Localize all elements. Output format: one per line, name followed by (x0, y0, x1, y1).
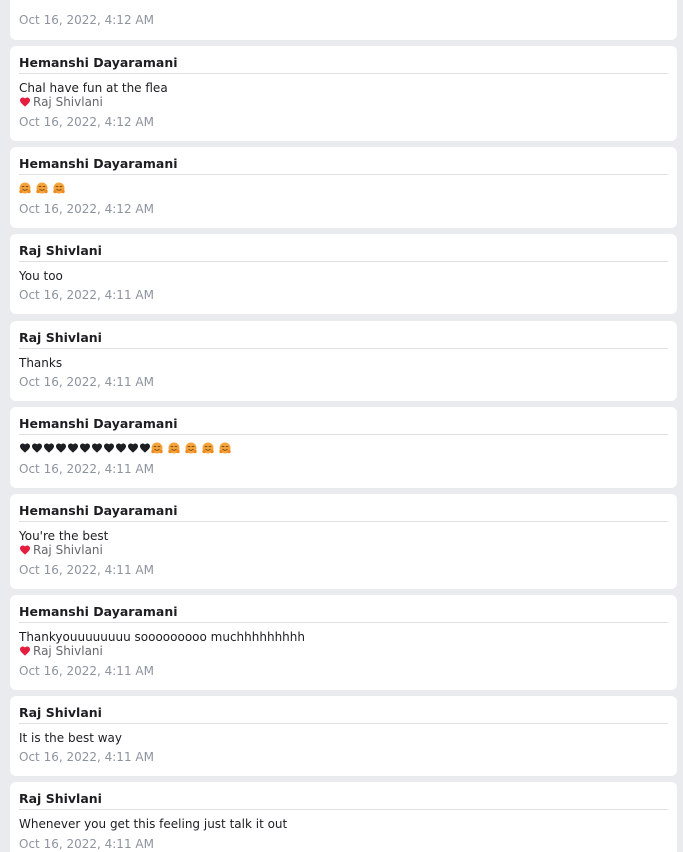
message-timestamp: Oct 16, 2022, 4:11 AM (19, 563, 154, 577)
black-heart-icon (80, 443, 90, 453)
hugging-face-icon (185, 442, 197, 454)
divider (19, 723, 668, 724)
message-sender: Hemanshi Dayaramani (19, 55, 178, 70)
message-timestamp: Oct 16, 2022, 4:12 AM (19, 13, 154, 27)
hugging-face-icon (219, 442, 231, 454)
reaction-user: Raj Shivlani (33, 543, 103, 557)
message-text: It is the best way (19, 731, 123, 745)
message-card: Hemanshi Dayaramani Oct 16, 2022, 4:11 A… (10, 407, 677, 488)
black-heart-icon (20, 443, 30, 453)
divider (19, 809, 668, 810)
divider (19, 434, 668, 435)
message-card: Hemanshi Dayaramani Oct 16, 2022, 4:12 A… (10, 147, 677, 228)
message-card: Raj Shivlani Thanks Oct 16, 2022, 4:11 A… (10, 321, 677, 401)
message-sender: Raj Shivlani (19, 243, 102, 258)
hugging-face-icon (168, 442, 180, 454)
black-heart-icon (44, 443, 54, 453)
message-text: Thanks (19, 356, 63, 370)
message-sender: Hemanshi Dayaramani (19, 156, 178, 171)
message-card: Raj Shivlani You too Oct 16, 2022, 4:11 … (10, 234, 677, 314)
message-sender: Hemanshi Dayaramani (19, 416, 178, 431)
message-timestamp: Oct 16, 2022, 4:11 AM (19, 664, 154, 678)
black-heart-icon (92, 443, 102, 453)
message-text: Whenever you get this feeling just talk … (19, 817, 288, 831)
message-reaction: Raj Shivlani (19, 644, 103, 659)
message-text: Thankyouuuuuuuu sooooooooo muchhhhhhhhh (19, 630, 306, 644)
divider (19, 348, 668, 349)
message-card: Hemanshi Dayaramani You're the best Raj … (10, 494, 677, 589)
message-timestamp: Oct 16, 2022, 4:12 AM (19, 202, 154, 216)
black-heart-icon (116, 443, 126, 453)
divider (19, 521, 668, 522)
divider (19, 622, 668, 623)
emoji-row (19, 182, 70, 196)
message-reaction: Raj Shivlani (19, 95, 103, 110)
black-heart-icon (104, 443, 114, 453)
message-card: Hemanshi Dayaramani Thankyouuuuuuuu sooo… (10, 595, 677, 690)
message-timestamp: Oct 16, 2022, 4:11 AM (19, 375, 154, 389)
message-timestamp: Oct 16, 2022, 4:12 AM (19, 115, 154, 129)
message-reaction: Raj Shivlani (19, 543, 103, 558)
message-timestamp: Oct 16, 2022, 4:11 AM (19, 750, 154, 764)
message-timestamp: Oct 16, 2022, 4:11 AM (19, 288, 154, 302)
message-timestamp: Oct 16, 2022, 4:11 AM (19, 462, 154, 476)
hugging-face-icon (19, 182, 31, 194)
message-card: Raj Shivlani It is the best way Oct 16, … (10, 696, 677, 776)
hugging-face-icon (53, 182, 65, 194)
message-text: Chal have fun at the flea (19, 81, 168, 95)
hugging-face-icon (151, 442, 163, 454)
emoji-row (19, 442, 236, 456)
message-card: Hemanshi Dayaramani Chal have fun at the… (10, 46, 677, 141)
heart-icon (20, 646, 30, 656)
message-text: You too (19, 269, 63, 283)
message-text: You're the best (19, 529, 109, 543)
message-card: Raj Shivlani Whenever you get this feeli… (10, 782, 677, 852)
message-sender: Raj Shivlani (19, 705, 102, 720)
message-sender: Raj Shivlani (19, 791, 102, 806)
message-sender: Hemanshi Dayaramani (19, 604, 178, 619)
hugging-face-icon (36, 182, 48, 194)
black-heart-icon (128, 443, 138, 453)
reaction-user: Raj Shivlani (33, 95, 103, 109)
hugging-face-icon (202, 442, 214, 454)
black-heart-icon (68, 443, 78, 453)
reaction-user: Raj Shivlani (33, 644, 103, 658)
black-heart-icon (56, 443, 66, 453)
message-timestamp: Oct 16, 2022, 4:11 AM (19, 837, 154, 851)
message-feed: Oct 16, 2022, 4:12 AM Hemanshi Dayaraman… (0, 0, 683, 852)
message-sender: Hemanshi Dayaramani (19, 503, 178, 518)
divider (19, 261, 668, 262)
heart-icon (20, 545, 30, 555)
heart-icon (20, 97, 30, 107)
divider (19, 73, 668, 74)
black-heart-icon (140, 443, 150, 453)
black-heart-icon (32, 443, 42, 453)
message-card: Oct 16, 2022, 4:12 AM (10, 0, 677, 40)
divider (19, 174, 668, 175)
message-sender: Raj Shivlani (19, 330, 102, 345)
